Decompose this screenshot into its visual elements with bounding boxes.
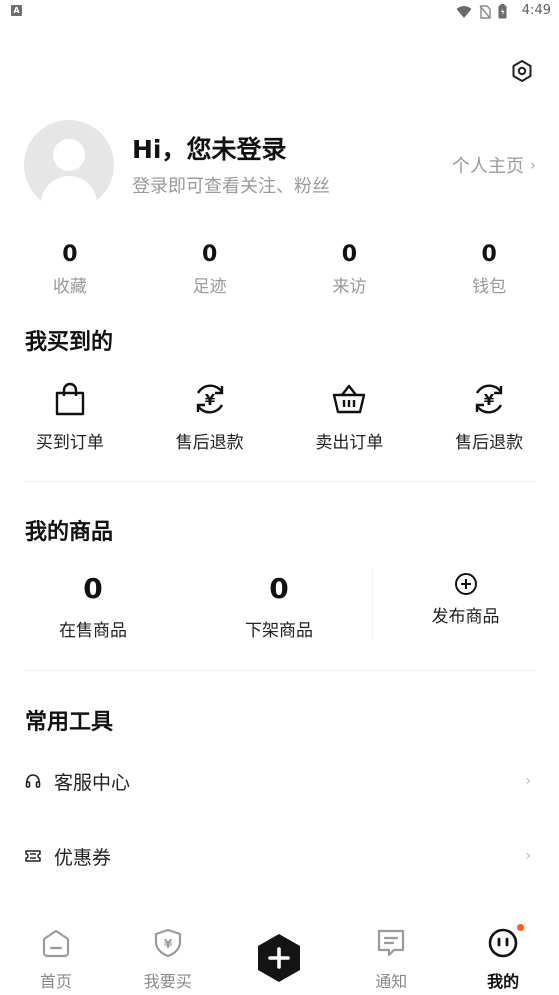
divider xyxy=(24,481,535,482)
refund-yen-icon: ¥ xyxy=(196,384,223,414)
tab-label: 首页 xyxy=(39,972,72,991)
tab-notifications[interactable]: 通知 xyxy=(335,915,447,995)
refund-yen-icon: ¥ xyxy=(475,384,503,414)
stat-value: 0 xyxy=(481,242,497,267)
shopping-bag-icon xyxy=(55,382,85,416)
tab-buy[interactable]: ¥ 我要买 xyxy=(112,915,224,995)
home-icon xyxy=(42,929,69,958)
login-subtitle: 登录即可查看关注、粉丝 xyxy=(132,176,330,197)
stat-value: 0 xyxy=(62,242,78,267)
avatar-head-shape xyxy=(53,139,85,171)
tool-label: 优惠券 xyxy=(54,846,112,869)
stat-favorites[interactable]: 0 收藏 xyxy=(0,240,140,300)
bought-item-label: 售后退款 xyxy=(175,433,244,453)
section-title-bought: 我买到的 xyxy=(25,330,114,355)
svg-text:¥: ¥ xyxy=(204,391,215,409)
settings-hex-icon xyxy=(512,60,532,82)
section-title-tools: 常用工具 xyxy=(25,710,114,735)
bought-orders-button[interactable]: 买到订单 xyxy=(0,378,140,458)
system-icons xyxy=(456,4,507,19)
stat-value: 0 xyxy=(201,242,218,267)
stat-wallet[interactable]: 0 钱包 xyxy=(419,240,559,300)
chevron-right-icon: › xyxy=(530,156,536,174)
chevron-right-icon: › xyxy=(525,773,531,789)
plus-circle-icon xyxy=(454,573,477,595)
tool-label: 客服中心 xyxy=(54,771,131,794)
publish-goods-button[interactable]: 发布商品 xyxy=(372,572,559,627)
login-greeting[interactable]: Hi，您未登录 xyxy=(132,130,287,166)
after-sales-refund-button[interactable]: ¥ 售后退款 xyxy=(140,378,280,458)
stat-footprints[interactable]: 0 足迹 xyxy=(140,240,280,300)
goods-label: 在售商品 xyxy=(59,621,127,641)
battery-icon xyxy=(498,4,507,19)
goods-row: 0 在售商品 0 下架商品 发布商品 xyxy=(0,570,559,642)
status-bar: A 4:49 xyxy=(0,0,559,24)
goods-label: 下架商品 xyxy=(245,621,313,641)
svg-text:¥: ¥ xyxy=(164,937,173,951)
off-shelf-goods-button[interactable]: 0 下架商品 xyxy=(186,570,372,641)
svg-text:¥: ¥ xyxy=(484,391,495,409)
on-sale-goods-button[interactable]: 0 在售商品 xyxy=(0,570,186,641)
stat-label: 来访 xyxy=(332,277,367,297)
personal-homepage-link[interactable]: 个人主页 › xyxy=(452,152,536,178)
bought-item-label: 卖出订单 xyxy=(315,433,384,453)
tab-label: 通知 xyxy=(375,972,408,991)
goods-count: 0 xyxy=(269,572,289,605)
bought-item-label: 买到订单 xyxy=(35,433,104,453)
coupon-icon xyxy=(25,850,41,862)
stat-label: 收藏 xyxy=(52,277,87,297)
sold-orders-button[interactable]: 卖出订单 xyxy=(280,378,420,458)
stat-value: 0 xyxy=(341,242,358,267)
shield-yen-icon: ¥ xyxy=(154,928,181,958)
chevron-right-icon: › xyxy=(525,848,531,864)
stats-row: 0 收藏 0 足迹 0 来访 0 钱包 xyxy=(0,240,559,300)
notification-a-icon: A xyxy=(11,5,22,16)
message-icon xyxy=(378,929,405,957)
publish-hex-plus-icon xyxy=(258,934,301,982)
personal-homepage-label: 个人主页 xyxy=(452,156,524,177)
customer-service-row[interactable]: 客服中心 › xyxy=(24,761,535,801)
bought-item-label: 售后退款 xyxy=(455,433,524,453)
stat-visitors[interactable]: 0 来访 xyxy=(280,240,420,300)
settings-button[interactable] xyxy=(510,59,534,83)
publish-goods-label: 发布商品 xyxy=(431,607,500,627)
avatar-body-shape xyxy=(41,176,97,210)
status-time: 4:49 xyxy=(521,3,551,18)
tab-publish[interactable] xyxy=(224,915,336,995)
basket-icon xyxy=(333,384,366,414)
divider xyxy=(24,670,535,671)
no-sim-icon xyxy=(479,4,491,19)
profile-card[interactable]: Hi，您未登录 登录即可查看关注、粉丝 个人主页 › xyxy=(24,120,544,210)
goods-count: 0 xyxy=(83,572,103,605)
avatar[interactable] xyxy=(24,120,114,210)
stat-label: 足迹 xyxy=(192,277,227,297)
tab-home[interactable]: 首页 xyxy=(0,915,112,995)
tab-label: 我要买 xyxy=(143,972,192,991)
stat-label: 钱包 xyxy=(472,277,507,297)
coupon-row[interactable]: 优惠券 › xyxy=(24,836,535,876)
tab-mine[interactable]: 我的 xyxy=(447,915,559,995)
section-title-goods: 我的商品 xyxy=(25,520,114,545)
after-sales-refund-button-2[interactable]: ¥ 售后退款 xyxy=(419,378,559,458)
wifi-icon xyxy=(456,5,472,18)
face-icon xyxy=(488,928,518,958)
bought-items-row: 买到订单 ¥ 售后退款 卖出订单 ¥ 售后退款 xyxy=(0,378,559,458)
bottom-tab-bar: 首页 ¥ 我要买 通知 我的 xyxy=(0,915,559,995)
headset-icon xyxy=(25,774,41,788)
tab-label: 我的 xyxy=(487,972,520,991)
